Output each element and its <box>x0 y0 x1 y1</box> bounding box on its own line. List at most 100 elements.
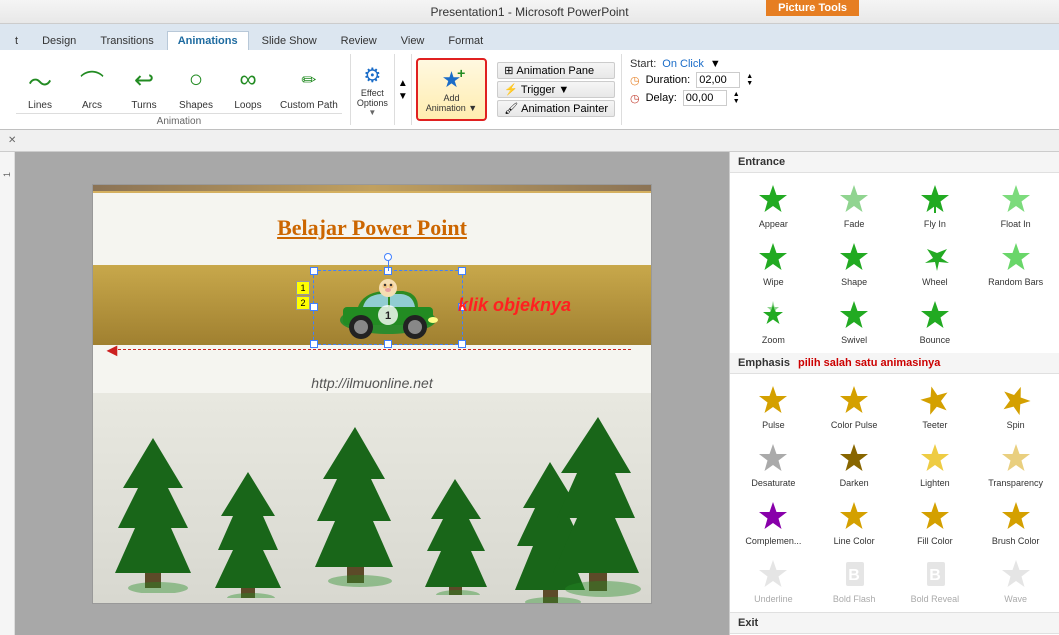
anim-fill-color[interactable]: Fill Color <box>896 494 975 550</box>
tab-transitions[interactable]: Transitions <box>89 31 164 50</box>
anim-wave[interactable]: Wave <box>976 552 1055 608</box>
picture-tools-tab[interactable]: Picture Tools <box>766 0 859 16</box>
anim-bold-reveal[interactable]: B Bold Reveal <box>896 552 975 608</box>
motion-items: 〜 Lines ⌒ Arcs ↩ Turns ○ Shapes ∞ Loop <box>16 58 342 113</box>
wave-label: Wave <box>1004 594 1027 604</box>
timing-section: Start: On Click ▼ ◷ Duration: ▲▼ ◷ Delay… <box>622 54 1051 125</box>
anim-line-color[interactable]: Line Color <box>815 494 894 550</box>
rotation-handle[interactable] <box>384 253 392 261</box>
darken-label: Darken <box>840 478 869 488</box>
arrow-left: ◄ <box>103 340 121 361</box>
anim-shape[interactable]: Shape <box>815 235 894 291</box>
slide-title[interactable]: Belajar Power Point <box>277 215 467 241</box>
delay-input[interactable] <box>683 90 727 106</box>
anim-brush-color[interactable]: Brush Color <box>976 494 1055 550</box>
wipe-label: Wipe <box>763 277 784 287</box>
tab-review[interactable]: Review <box>330 31 388 50</box>
custom-path-icon: ✏ <box>289 60 329 100</box>
anim-bounce[interactable]: Bounce <box>896 293 975 349</box>
tab-animations[interactable]: Animations <box>167 31 249 50</box>
anim-bold-flash[interactable]: B Bold Flash <box>815 552 894 608</box>
close-panel-btn[interactable]: ✕ <box>8 135 16 146</box>
anim-wipe[interactable]: Wipe <box>734 235 813 291</box>
scroll-down-btn[interactable]: ▼ <box>397 90 409 103</box>
animation-numbers: 1 2 <box>296 281 310 310</box>
anim-wheel[interactable]: Wheel <box>896 235 975 291</box>
delay-spinners[interactable]: ▲▼ <box>733 91 740 105</box>
start-label: Start: <box>630 58 656 70</box>
anim-desaturate[interactable]: Desaturate <box>734 436 813 492</box>
wave-icon <box>998 556 1034 592</box>
animation-pane-button[interactable]: ⊞ Animation Pane <box>497 62 615 79</box>
handle-br[interactable] <box>458 340 466 348</box>
add-animation-label: AddAnimation ▼ <box>426 93 477 113</box>
float-in-label: Float In <box>1001 219 1031 229</box>
anim-darken[interactable]: Darken <box>815 436 894 492</box>
ribbon-item-lines[interactable]: 〜 Lines <box>16 58 64 113</box>
wheel-label: Wheel <box>922 277 948 287</box>
shapes-icon: ○ <box>176 60 216 100</box>
anim-swivel[interactable]: Swivel <box>815 293 894 349</box>
ribbon-item-shapes[interactable]: ○ Shapes <box>172 58 220 113</box>
trigger-button[interactable]: ⚡ Trigger ▼ <box>497 81 615 98</box>
tab-design[interactable]: Design <box>31 31 87 50</box>
anim-teeter[interactable]: Teeter <box>896 378 975 434</box>
anim-pulse[interactable]: Pulse <box>734 378 813 434</box>
tab-format[interactable]: Format <box>437 31 494 50</box>
start-arrow[interactable]: ▼ <box>710 58 721 70</box>
anim-random-bars[interactable]: Random Bars <box>976 235 1055 291</box>
arcs-icon: ⌒ <box>72 60 112 100</box>
add-animation-button[interactable]: ★ + AddAnimation ▼ <box>416 58 487 121</box>
ribbon-item-turns[interactable]: ↩ Turns <box>120 58 168 113</box>
anim-transparency[interactable]: Transparency <box>976 436 1055 492</box>
bounce-label: Bounce <box>920 335 951 345</box>
add-animation-icon-container: ★ + <box>442 67 462 93</box>
anim-appear[interactable]: Appear <box>734 177 813 233</box>
anim-zoom[interactable]: Zoom <box>734 293 813 349</box>
desaturate-icon <box>755 440 791 476</box>
entrance-grid: Appear Fade Fly In Float In <box>730 173 1059 353</box>
slide[interactable]: Belajar Power Point 1 2 <box>92 184 652 604</box>
loops-icon: ∞ <box>228 60 268 100</box>
ribbon-item-custom-path[interactable]: ✏ Custom Path <box>276 58 342 113</box>
pulse-label: Pulse <box>762 420 785 430</box>
anim-complementary[interactable]: Complemen... <box>734 494 813 550</box>
handle-tr[interactable] <box>458 267 466 275</box>
anim-fade[interactable]: Fade <box>815 177 894 233</box>
handle-bm[interactable] <box>384 340 392 348</box>
animation-painter-icon: 🖌 <box>504 102 518 115</box>
arcs-label: Arcs <box>82 100 102 111</box>
slide-area: Belajar Power Point 1 2 <box>15 152 729 635</box>
line-color-icon <box>836 498 872 534</box>
tab-view[interactable]: View <box>390 31 436 50</box>
anim-fly-in[interactable]: Fly In <box>896 177 975 233</box>
complementary-label: Complemen... <box>745 536 801 546</box>
anim-float-in[interactable]: Float In <box>976 177 1055 233</box>
effect-options-button[interactable]: ⚙ EffectOptions ▼ <box>351 54 395 125</box>
anim-spin[interactable]: Spin <box>976 378 1055 434</box>
animation-painter-button[interactable]: 🖌 Animation Painter <box>497 100 615 117</box>
anim-lighten[interactable]: Lighten <box>896 436 975 492</box>
bold-reveal-icon: B <box>917 556 953 592</box>
duration-row: ◷ Duration: ▲▼ <box>630 72 1043 88</box>
ribbon-item-arcs[interactable]: ⌒ Arcs <box>68 58 116 113</box>
main-area: 1 Belajar Power Point 1 2 <box>0 152 1059 635</box>
handle-bl[interactable] <box>310 340 318 348</box>
tab-slideshow[interactable]: Slide Show <box>251 31 328 50</box>
ribbon-item-loops[interactable]: ∞ Loops <box>224 58 272 113</box>
handle-ml[interactable] <box>310 303 318 311</box>
emphasis-label: Emphasis <box>738 357 790 369</box>
handle-tl[interactable] <box>310 267 318 275</box>
rotation-line <box>388 261 389 271</box>
anim-color-pulse[interactable]: Color Pulse <box>815 378 894 434</box>
duration-spinners[interactable]: ▲▼ <box>746 73 753 87</box>
fly-in-icon <box>917 181 953 217</box>
anim-underline[interactable]: Underline <box>734 552 813 608</box>
lighten-icon <box>917 440 953 476</box>
tab-t[interactable]: t <box>4 31 29 50</box>
car-container[interactable]: 1 2 <box>313 270 463 345</box>
duration-input[interactable] <box>696 72 740 88</box>
scroll-up-btn[interactable]: ▲ <box>397 77 409 90</box>
duration-icon: ◷ <box>630 74 640 87</box>
teeter-label: Teeter <box>922 420 947 430</box>
